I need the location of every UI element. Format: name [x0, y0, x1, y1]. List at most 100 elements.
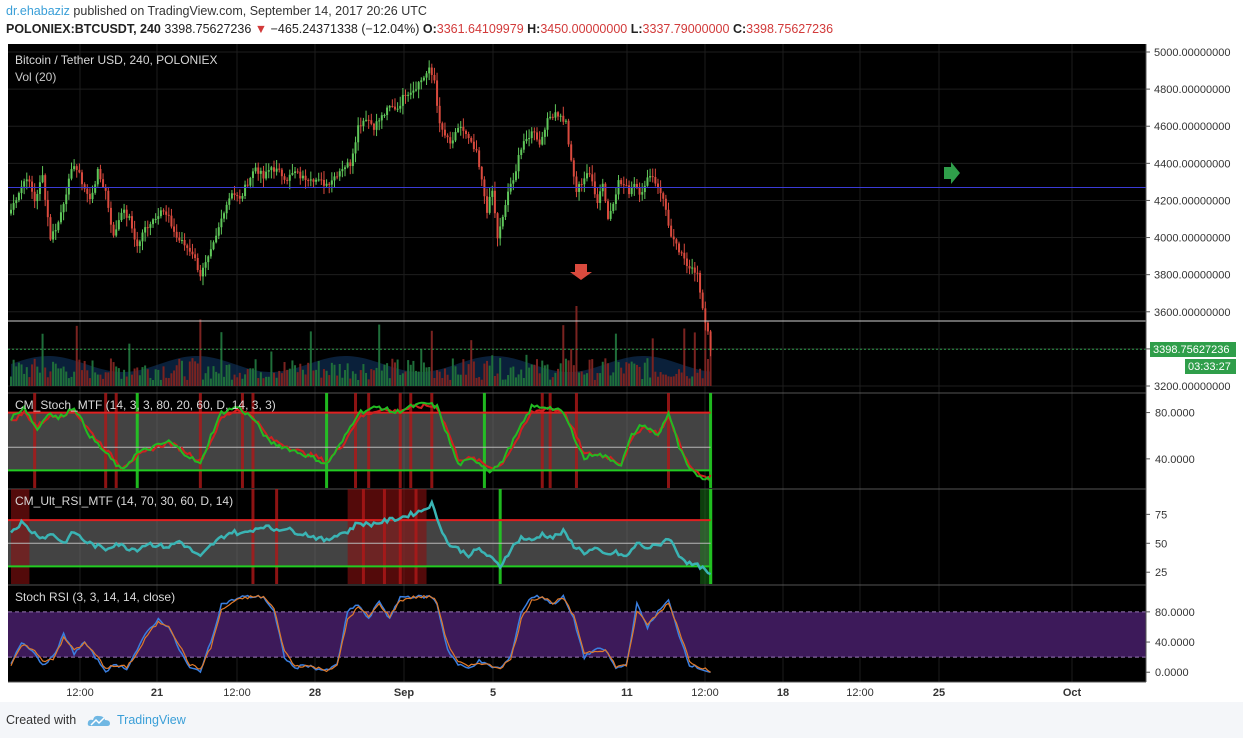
candle-body [307, 180, 310, 182]
candle-body [393, 106, 396, 110]
volume-bar [557, 368, 560, 386]
tradingview-link[interactable]: TradingView [117, 713, 186, 727]
volume-bar [404, 371, 407, 386]
candle-body [236, 195, 239, 197]
candle-body [546, 118, 549, 130]
volume-bar [265, 376, 268, 386]
last-price: 3398.75627236 [164, 22, 252, 36]
volume-bar [12, 359, 15, 386]
candle-body [459, 126, 462, 128]
volume-bar [501, 379, 504, 386]
volume-bar [551, 377, 554, 386]
time-tick-label: 25 [933, 687, 945, 699]
candle-body [365, 119, 368, 121]
volume-bar [428, 367, 431, 386]
candle-body [273, 167, 275, 172]
tradingview-cloud-icon [87, 715, 110, 726]
chart-svg[interactable]: Bitcoin / Tether USD, 240, POLONIEX Vol (… [0, 40, 1243, 702]
volume-bar [617, 362, 620, 386]
candle-body [283, 176, 286, 180]
volume-bar [225, 365, 228, 386]
candle-body [23, 181, 26, 187]
volume-bar [209, 378, 212, 386]
volume-bar [641, 379, 644, 386]
candle-body [322, 179, 325, 186]
candle-body [144, 227, 147, 233]
time-tick-label: 18 [777, 687, 789, 699]
candle-body [486, 196, 489, 213]
volume-bar [572, 365, 575, 386]
candle-body [117, 220, 120, 230]
candle-body [78, 169, 81, 173]
candle-body [659, 187, 662, 194]
chart-area[interactable]: Bitcoin / Tether USD, 240, POLONIEX Vol (… [0, 40, 1243, 702]
candle-body [538, 139, 541, 145]
volume-bar [44, 367, 47, 386]
price-tick-label: 5000.00000000 [1154, 47, 1230, 59]
volume-bar [136, 367, 139, 386]
volume-bar [375, 367, 378, 386]
volume-bar [123, 369, 126, 386]
candle-body [399, 105, 402, 109]
candle-body [167, 214, 170, 216]
volume-bar [601, 361, 604, 386]
volume-bar [152, 379, 155, 386]
candle-body [162, 210, 165, 212]
volume-bar [396, 359, 399, 386]
candle-body [317, 179, 320, 181]
candle-body [430, 67, 433, 75]
volume-bar [238, 372, 241, 386]
low-value: 3337.79000000 [642, 22, 730, 36]
candle-body [41, 175, 44, 183]
volume-bar [699, 368, 702, 386]
candle-body [557, 112, 560, 117]
candle-body [372, 123, 375, 130]
volume-bar [354, 373, 357, 386]
volume-bar [167, 378, 170, 386]
high-label: H: [527, 22, 541, 36]
candle-body [186, 245, 189, 248]
volume-bar [593, 379, 596, 386]
price-tick-label: 4000.00000000 [1154, 233, 1230, 245]
volume-bar [241, 378, 244, 386]
volume-bar [330, 362, 333, 386]
volume-bar [154, 369, 157, 386]
volume-bar [88, 378, 91, 386]
candle-body [501, 216, 504, 227]
volume-bar [10, 376, 12, 386]
candle-body [70, 169, 73, 179]
volume-bar [672, 376, 675, 386]
candle-body [173, 226, 176, 232]
candle-body [12, 203, 15, 210]
candle-body [36, 194, 39, 202]
candle-body [446, 135, 449, 138]
footer: Created with TradingView [0, 702, 1243, 738]
time-tick-label: Sep [394, 687, 414, 699]
volume-bar [275, 377, 278, 386]
candle-body [149, 224, 152, 228]
candle-body [296, 171, 299, 173]
candle-body [217, 227, 220, 236]
created-with-text: Created with [6, 713, 77, 727]
volume-bar [607, 363, 610, 386]
candle-body [391, 106, 394, 108]
symbol-label: POLONIEX:BTCUSDT, 240 [6, 22, 161, 36]
candle-body [404, 94, 407, 96]
volume-bar [86, 370, 89, 386]
volume-bar [288, 368, 291, 386]
volume-bar [372, 370, 375, 386]
indicator-tick-label: 0.0000 [1155, 667, 1189, 679]
candle-body [330, 180, 333, 185]
author-link[interactable]: dr.ehabaziz [6, 4, 70, 18]
volume-bar [144, 365, 147, 386]
volume-bar [696, 372, 699, 386]
volume-bar [649, 377, 652, 386]
candle-body [641, 192, 644, 195]
candle-body [183, 239, 186, 246]
candle-body [454, 132, 457, 141]
candle-body [622, 184, 625, 186]
candle-body [496, 213, 499, 239]
volume-bar [246, 369, 249, 386]
candle-body [333, 176, 336, 181]
volume-bar [522, 377, 525, 386]
